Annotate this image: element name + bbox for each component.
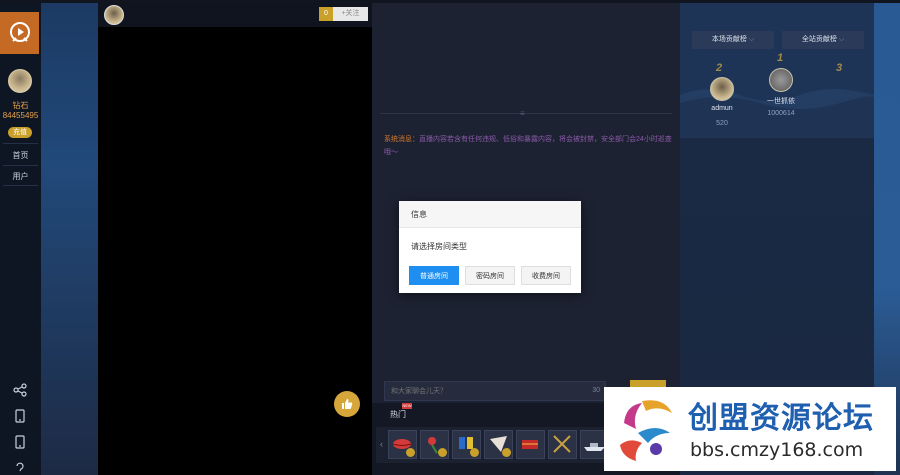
- live-room-page: 钻石 84455495 充值 首页 用户 0 +关注 ≡ 系统消息：直播内容若含…: [0, 0, 900, 475]
- dialog-message: 请选择房间类型: [411, 242, 467, 251]
- contributor-name: admun: [711, 105, 733, 112]
- rank-number: 1: [777, 52, 784, 64]
- gift-paper[interactable]: [484, 430, 513, 459]
- mobile-icon[interactable]: [13, 435, 27, 449]
- system-message-text: 直播内容若含有任何违规、低俗和暴露内容，将会被封禁，安全部门会24小时巡查哦～: [384, 136, 672, 156]
- system-message: 系统消息：直播内容若含有任何违规、低俗和暴露内容，将会被封禁，安全部门会24小时…: [384, 133, 674, 159]
- contributor-name: 一世抓依: [767, 98, 795, 105]
- gift-firecracker[interactable]: [516, 430, 545, 459]
- tab-site-ranking-label: 全站贡献榜: [801, 36, 837, 43]
- tab-site-ranking[interactable]: 全站贡献榜 ⌵: [782, 31, 864, 49]
- coin-icon: [470, 448, 479, 457]
- rank-number: 2: [716, 62, 723, 74]
- contributor-score: 520: [716, 120, 728, 127]
- thumbs-up-icon: [342, 399, 353, 409]
- contributor-avatar[interactable]: [710, 77, 734, 101]
- password-room-button[interactable]: 密码房间: [465, 266, 515, 285]
- forum-logo-icon: [620, 400, 672, 461]
- sidebar-item-home[interactable]: 首页: [0, 150, 41, 161]
- contributor-score: 1000614: [767, 110, 795, 117]
- live-logo-icon: [9, 22, 30, 42]
- dialog-title: 信息: [399, 201, 581, 228]
- watermark-banner: 创盟资源论坛 bbs.cmzy168.com: [604, 387, 896, 471]
- chat-divider: [380, 113, 672, 114]
- coin-icon: [406, 448, 415, 457]
- coin-icon: [502, 448, 511, 457]
- chevron-down-icon: ⌵: [838, 36, 845, 43]
- contributor-avatar[interactable]: [769, 68, 793, 92]
- video-player[interactable]: 0 +关注: [98, 3, 372, 475]
- share-icon[interactable]: [13, 383, 27, 397]
- room-type-dialog: 信息 请选择房间类型 普通房间 密码房间 收费房间: [399, 201, 581, 293]
- anchor-avatar[interactable]: [104, 5, 124, 25]
- new-badge: NEW: [402, 403, 412, 409]
- like-button[interactable]: [334, 391, 360, 417]
- tab-room-ranking[interactable]: 本场贡献榜 ⌵: [692, 31, 774, 49]
- tab-room-ranking-label: 本场贡献榜: [711, 36, 747, 43]
- system-message-label: 系统消息：: [384, 136, 419, 143]
- site-logo[interactable]: [0, 12, 39, 54]
- gift-lips[interactable]: [388, 430, 417, 459]
- watermark-url: bbs.cmzy168.com: [690, 439, 864, 461]
- chevron-left-icon[interactable]: ‹: [380, 439, 383, 449]
- gift-rose[interactable]: [420, 430, 449, 459]
- firecracker-icon: [522, 440, 538, 449]
- gift-swords[interactable]: [548, 430, 577, 459]
- swords-icon: [553, 435, 571, 453]
- follow-count: 0: [319, 7, 333, 21]
- user-number: 84455495: [2, 111, 39, 120]
- video-topbar: 0 +关注: [98, 3, 372, 27]
- user-rank-label: 钻石: [12, 101, 29, 110]
- sidebar-divider: [3, 185, 38, 186]
- sidebar-divider: [3, 165, 38, 166]
- chevron-down-icon: ⌵: [748, 36, 755, 43]
- char-counter: 30: [592, 387, 600, 394]
- tab-hot[interactable]: 热门: [390, 409, 406, 420]
- chat-input[interactable]: [391, 385, 561, 398]
- coin-icon: [438, 448, 447, 457]
- paid-room-button[interactable]: 收费房间: [521, 266, 571, 285]
- user-avatar[interactable]: [8, 69, 32, 93]
- recharge-button[interactable]: 充值: [8, 127, 32, 138]
- watermark-title: 创盟资源论坛: [688, 401, 874, 436]
- follow-button[interactable]: +关注: [333, 7, 368, 21]
- sidebar-item-users[interactable]: 用户: [0, 171, 41, 182]
- left-sidebar: 钻石 84455495 充值 首页 用户: [0, 3, 41, 475]
- chat-input-box: 30: [384, 381, 606, 401]
- sidebar-divider: [3, 143, 38, 144]
- ranking-header: 本场贡献榜 ⌵ 全站贡献榜 ⌵ 2 admun 520 1 一世抓依 10006…: [680, 3, 874, 138]
- resize-handle-icon[interactable]: ≡: [520, 109, 525, 118]
- gift-ribbon[interactable]: [452, 430, 481, 459]
- normal-room-button[interactable]: 普通房间: [409, 266, 459, 285]
- help-icon[interactable]: [13, 461, 27, 475]
- rank-number: 3: [836, 62, 843, 74]
- mobile-icon[interactable]: [13, 409, 27, 423]
